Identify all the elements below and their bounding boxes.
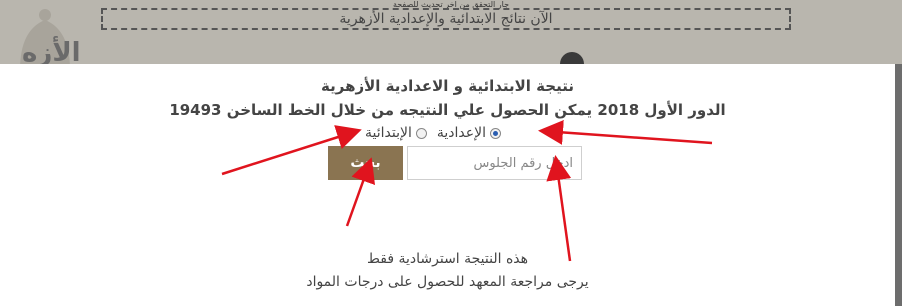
radio-preparatory-button[interactable] [489, 127, 501, 139]
disclaimer-line-1: هذه النتيجة استرشادية فقط [366, 251, 529, 267]
radio-preparatory[interactable]: الإعدادية [437, 125, 501, 141]
disclaimer-line-2: يرجى مراجعة المعهد للحصول على درجات المو… [306, 274, 589, 290]
radio-primary[interactable]: الإبتدائية [365, 125, 427, 141]
modal-title: نتيجة الابتدائية و الاعدادية الأزهرية [321, 77, 574, 95]
search-button[interactable]: بحث [328, 146, 403, 180]
radio-primary-label: الإبتدائية [365, 125, 412, 141]
stage-radio-group: الإبتدائية الإعدادية [365, 124, 501, 142]
results-banner[interactable]: الآن نتائج الابتدائية والإعدادية الأزهري… [101, 8, 791, 30]
radio-primary-button[interactable] [415, 127, 427, 139]
radio-preparatory-label: الإعدادية [436, 125, 486, 141]
seat-number-input[interactable] [407, 146, 582, 180]
modal-subtitle: الدور الأول 2018 يمكن الحصول علي النتيجه… [169, 101, 726, 119]
modal-scrollbar[interactable] [895, 64, 902, 306]
